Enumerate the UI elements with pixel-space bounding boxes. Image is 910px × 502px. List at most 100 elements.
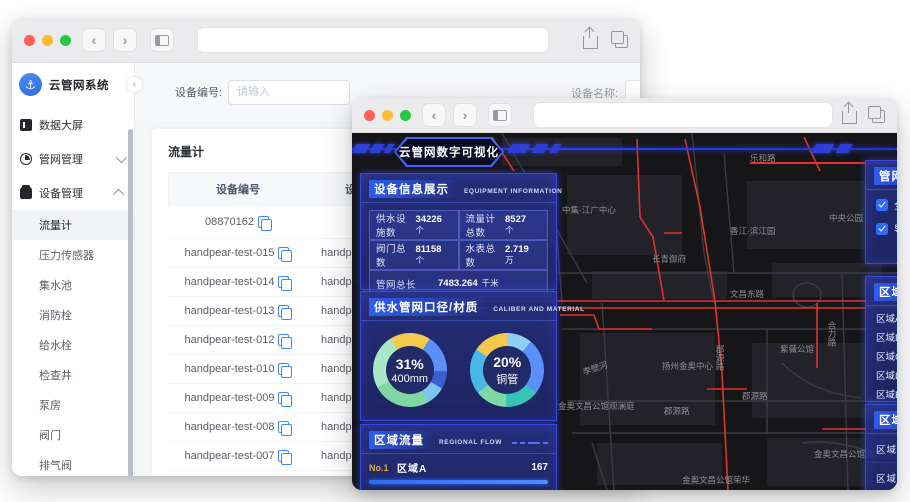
back-button[interactable]: ‹ (82, 28, 106, 52)
stat-unit: 个 (505, 224, 514, 235)
legend-label: 区域A (876, 314, 897, 325)
region-flow-row[interactable]: 区域B (866, 434, 897, 463)
sidebar-subitem-flowmeter[interactable]: 流量计 (12, 210, 134, 240)
sidebar-subitem-inspection-well[interactable]: 检查井 (12, 360, 134, 390)
panel-title-zh: 供水管网口径/材质 (369, 298, 489, 316)
sidebar-subitem-hydrant[interactable]: 消防栓 (12, 300, 134, 330)
chevron-down-icon (115, 151, 128, 164)
copy-icon[interactable] (278, 450, 293, 465)
stat-meter-total: 水表总数 2.719 万 (458, 240, 548, 270)
data-screen-icon (20, 119, 32, 131)
sidebar-subitem-valve[interactable]: 阀门 (12, 420, 134, 450)
share-icon[interactable] (583, 28, 598, 49)
forward-button[interactable]: › (453, 103, 477, 127)
copy-icon[interactable] (278, 334, 293, 349)
stat-value: 7483.264 (438, 277, 478, 289)
sidebar-item-data-screen[interactable]: 数据大屏 (12, 108, 134, 142)
equipment-info-panel: 设备信息展示 EQUIPMENT INFORMATION 供水设施数 34226… (360, 173, 562, 298)
flow-progress-bar (369, 480, 548, 484)
copy-icon[interactable] (278, 392, 293, 407)
sidebar-subitem-pressure-sensor[interactable]: 压力传感器 (12, 240, 134, 270)
copy-icon[interactable] (278, 421, 293, 436)
device-code: handpear-test-013 (184, 305, 275, 317)
sidebar-scrollbar[interactable] (128, 129, 133, 476)
map-label: 郡源路 (742, 391, 768, 401)
sidebar-pane-icon (155, 34, 169, 46)
sidebar-collapse-button[interactable]: ‹ (127, 77, 142, 92)
tab-overview-icon[interactable] (868, 106, 885, 123)
close-window-icon[interactable] (364, 109, 375, 121)
sidebar-item-label: 数据大屏 (39, 120, 83, 132)
sidebar-item-pipe-mgmt[interactable]: 管网管理 (12, 142, 134, 176)
flow-rank-row[interactable]: No.2 区域C 123 (361, 486, 556, 490)
legend-row[interactable]: 区域E (866, 382, 897, 401)
digital-twin-dashboard: 乐和路 中集·江广中心 香江·滨江园 中央公园 长青御府 文昌东路 扬州金奥中心… (352, 133, 897, 490)
back-button[interactable]: ‹ (422, 103, 446, 127)
stat-value: 81158 (415, 243, 442, 255)
header-deco (811, 144, 835, 153)
sidebar-toggle-button[interactable] (488, 103, 512, 127)
device-code-input[interactable] (228, 79, 351, 105)
legend-label: 区域B (876, 333, 897, 344)
copy-icon[interactable] (278, 276, 293, 291)
stat-unit: 个 (415, 254, 425, 265)
legend-row[interactable]: 区域A (866, 306, 897, 325)
layer-option-import[interactable]: 导入 (866, 214, 897, 238)
back-icon: ‹ (91, 32, 97, 48)
sidebar-subitem-sump[interactable]: 集水池 (12, 270, 134, 300)
map-label: 中集·江广中心 (562, 205, 616, 215)
sidebar-subitem-water-tap[interactable]: 给水栓 (12, 330, 134, 360)
region-flow-right-panel: 区域流量 区域B 区域C 区域D 区域E (865, 404, 897, 490)
panel-title-en: CALIBER AND MATERIAL (493, 306, 585, 313)
map-label: 文昌东路 (730, 289, 765, 299)
minimize-window-icon[interactable] (42, 34, 53, 46)
sidebar-toggle-button[interactable] (150, 28, 174, 52)
header-deco (507, 144, 531, 153)
panel-title-zh: 管网图层 (874, 167, 897, 185)
panel-title-en: REGIONAL FLOW (439, 439, 502, 446)
copy-icon[interactable] (278, 247, 293, 262)
maximize-window-icon[interactable] (60, 34, 71, 46)
stat-label: 流量计总数 (465, 214, 496, 239)
copy-icon[interactable] (278, 363, 293, 378)
sidebar-item-label: 设备管理 (39, 188, 83, 200)
address-bar[interactable] (533, 102, 833, 128)
legend-row[interactable]: 区域C (866, 344, 897, 363)
back-icon: ‹ (431, 107, 437, 123)
region-flow-row[interactable]: 区域C (866, 463, 897, 490)
address-bar[interactable] (197, 27, 549, 53)
layer-option-select-all[interactable]: 全选 (866, 190, 897, 214)
sidebar-item-label: 管网管理 (39, 154, 83, 166)
panel-title-zh: 设备信息展示 (369, 180, 459, 198)
map-label: 扬州金奥中心 (662, 361, 714, 371)
panel-title-en: EQUIPMENT INFORMATION (464, 188, 563, 195)
tab-overview-icon[interactable] (611, 31, 628, 48)
checkbox-checked-icon[interactable] (876, 198, 888, 211)
forward-button[interactable]: › (113, 28, 137, 52)
copy-icon[interactable] (278, 305, 293, 320)
sidebar-item-device-mgmt[interactable]: 设备管理 (12, 176, 134, 210)
legend-row[interactable]: 区域B (866, 325, 897, 344)
stat-water-facilities: 供水设施数 34226 个 (369, 210, 459, 240)
panel-title-zh: 区域统计 (874, 283, 897, 301)
map-label: 长青御府 (652, 254, 687, 264)
map-label: 郡源路 (664, 406, 690, 416)
flow-rank-row[interactable]: No.1 区域A 167 (361, 454, 556, 477)
copy-icon[interactable] (257, 216, 272, 231)
title-deco-dashes (512, 442, 548, 444)
close-window-icon[interactable] (24, 34, 35, 46)
legend-row[interactable]: 区域D (866, 363, 897, 382)
device-code-label: 设备编号: (175, 87, 223, 99)
legend-label: 区域D (876, 371, 897, 382)
checkbox-checked-icon[interactable] (876, 222, 888, 235)
device-code: handpear-test-010 (184, 363, 275, 375)
caliber-donut-chart[interactable]: 31% 400mm (372, 333, 447, 407)
share-icon[interactable] (842, 103, 857, 124)
sidebar-subitem-air-valve[interactable]: 排气阀 (12, 450, 134, 476)
material-donut-chart[interactable]: 20% 铜管 (470, 333, 545, 407)
sidebar-subitem-pump-house[interactable]: 泵房 (12, 390, 134, 420)
minimize-window-icon[interactable] (382, 109, 393, 121)
app-sidebar: ⚓ 云管网系统 ‹ 数据大屏 管网管理 设备管理 流量计 压力传感器 集水池 消… (12, 63, 142, 476)
app-title: 云管网系统 (49, 79, 109, 92)
maximize-window-icon[interactable] (400, 109, 411, 121)
